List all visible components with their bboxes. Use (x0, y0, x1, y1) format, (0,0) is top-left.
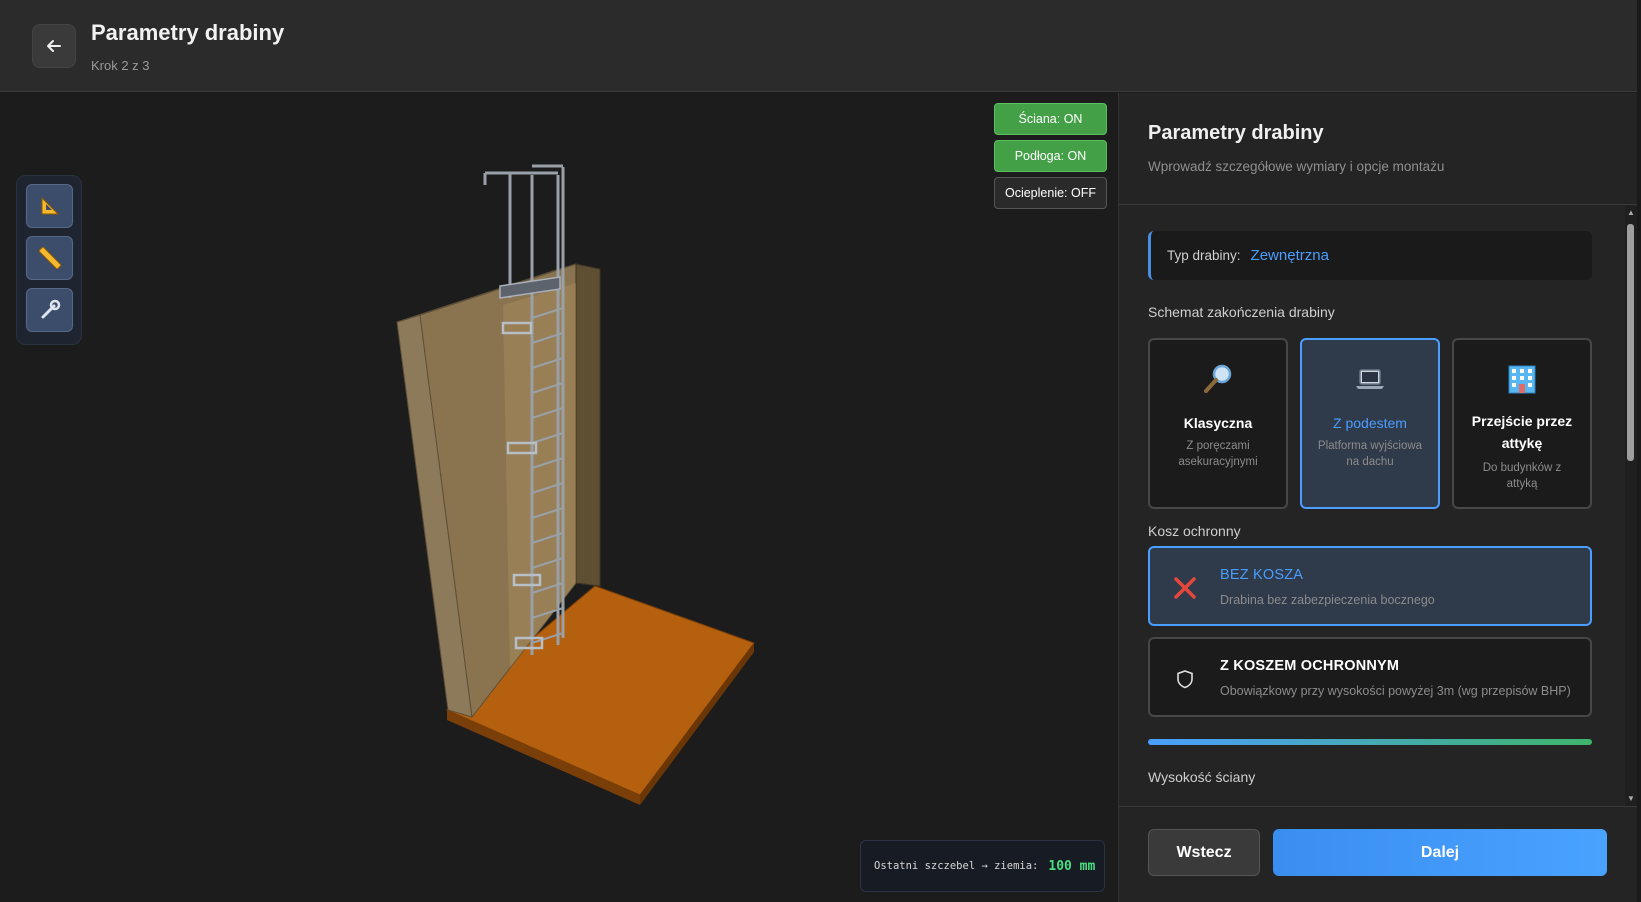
cage-option-desc: Drabina bez zabezpieczenia bocznego (1220, 593, 1435, 607)
rung-distance-readout: Ostatni szczebel → ziemia: 100 mm (860, 840, 1105, 892)
laptop-icon (1356, 369, 1384, 389)
scroll-up-icon[interactable]: ▲ (1627, 209, 1635, 217)
step-indicator: Krok 2 z 3 (91, 58, 150, 73)
scheme-card-z-podestem[interactable]: Z podestem Platforma wyjściowa na dachu (1300, 338, 1440, 509)
angle-tool-button[interactable] (26, 184, 73, 228)
cage-option-z-koszem[interactable]: Z KOSZEM OCHRONNYM Obowiązkowy przy wyso… (1148, 637, 1592, 717)
shield-icon (1177, 670, 1193, 689)
cage-option-name: BEZ KOSZA (1220, 567, 1304, 583)
building-icon (1508, 365, 1536, 394)
toggle-wall[interactable]: Ściana: ON (994, 103, 1107, 135)
scheme-desc-line: na dachu (1346, 456, 1394, 468)
cross-icon (1174, 577, 1196, 599)
magnifier-icon (1204, 364, 1232, 393)
scheme-card-klasyczna[interactable]: Klasyczna Z poręczami asekuracyjnymi (1148, 338, 1288, 509)
ladder-type-value: Zewnętrzna (1250, 247, 1329, 264)
measure-tool-button[interactable] (26, 236, 73, 280)
scheme-name: attykę (1501, 435, 1543, 451)
scroll-down-icon[interactable]: ▼ (1627, 795, 1635, 803)
scheme-desc-line: attyką (1506, 478, 1538, 490)
toggle-insulation[interactable]: Ocieplenie: OFF (994, 177, 1107, 209)
ladder-type-box: Typ drabiny: Zewnętrzna (1148, 231, 1592, 280)
triangle-ruler-icon (41, 196, 59, 215)
3d-viewport[interactable]: Ściana: ON Podłoga: ON Ocieplenie: OFF O… (0, 93, 1117, 902)
wrench-tool-button[interactable] (26, 288, 73, 332)
back-button[interactable]: Wstecz (1148, 829, 1260, 876)
scheme-name: Klasyczna (1183, 415, 1253, 431)
cage-option-desc: Obowiązkowy przy wysokości powyżej 3m (w… (1220, 684, 1571, 698)
panel-scrollbar[interactable]: ▲ ▼ (1625, 206, 1637, 806)
tool-palette (16, 175, 82, 345)
arrow-left-icon (47, 40, 61, 52)
wrench-icon (41, 299, 60, 319)
header: Parametry drabiny Krok 2 z 3 (0, 0, 1641, 92)
readout-value: 100 mm (1048, 858, 1096, 874)
cage-section-label: Kosz ochronny (1148, 523, 1241, 539)
window-edge (1637, 0, 1641, 902)
scrollbar-thumb[interactable] (1627, 224, 1634, 461)
progress-bar (1148, 739, 1592, 745)
toggle-floor[interactable]: Podłoga: ON (994, 140, 1107, 172)
scheme-desc-line: Z poręczami (1186, 440, 1250, 452)
scheme-card-przejscie-przez-attyke[interactable]: Przejście przez attykę Do budynków z att… (1452, 338, 1592, 509)
scheme-desc-line: Do budynków z (1482, 462, 1562, 474)
back-arrow-button[interactable] (32, 24, 76, 68)
scheme-name: Przejście przez (1471, 413, 1573, 429)
readout-label: Ostatni szczebel → ziemia: (874, 860, 1039, 872)
scheme-desc-line: asekuracyjnymi (1178, 456, 1258, 468)
cage-option-name: Z KOSZEM OCHRONNYM (1220, 658, 1400, 674)
wall-right (575, 263, 601, 587)
panel-title: Parametry drabiny (1148, 122, 1324, 144)
panel-body: Typ drabiny: Zewnętrzna Schemat zakończe… (1119, 206, 1638, 806)
panel-header: Parametry drabiny Wprowadź szczegółowe w… (1119, 93, 1638, 205)
panel-subtitle: Wprowadź szczegółowe wymiary i opcje mon… (1148, 159, 1445, 174)
ruler-icon (38, 247, 61, 269)
ladder-3d-scene[interactable] (0, 93, 1117, 902)
ladder-type-label: Typ drabiny: (1167, 248, 1241, 263)
wall-height-label: Wysokość ściany (1148, 769, 1256, 785)
parameters-panel: Parametry drabiny Wprowadź szczegółowe w… (1118, 93, 1638, 902)
scheme-section-label: Schemat zakończenia drabiny (1148, 304, 1335, 320)
cage-option-bez-kosza[interactable]: BEZ KOSZA Drabina bez zabezpieczenia boc… (1148, 546, 1592, 626)
panel-footer: Wstecz Dalej (1119, 806, 1638, 902)
scheme-desc-line: Platforma wyjściowa (1317, 440, 1423, 452)
next-button[interactable]: Dalej (1273, 829, 1607, 876)
page-title: Parametry drabiny (91, 20, 285, 45)
scheme-name: Z podestem (1333, 415, 1407, 431)
